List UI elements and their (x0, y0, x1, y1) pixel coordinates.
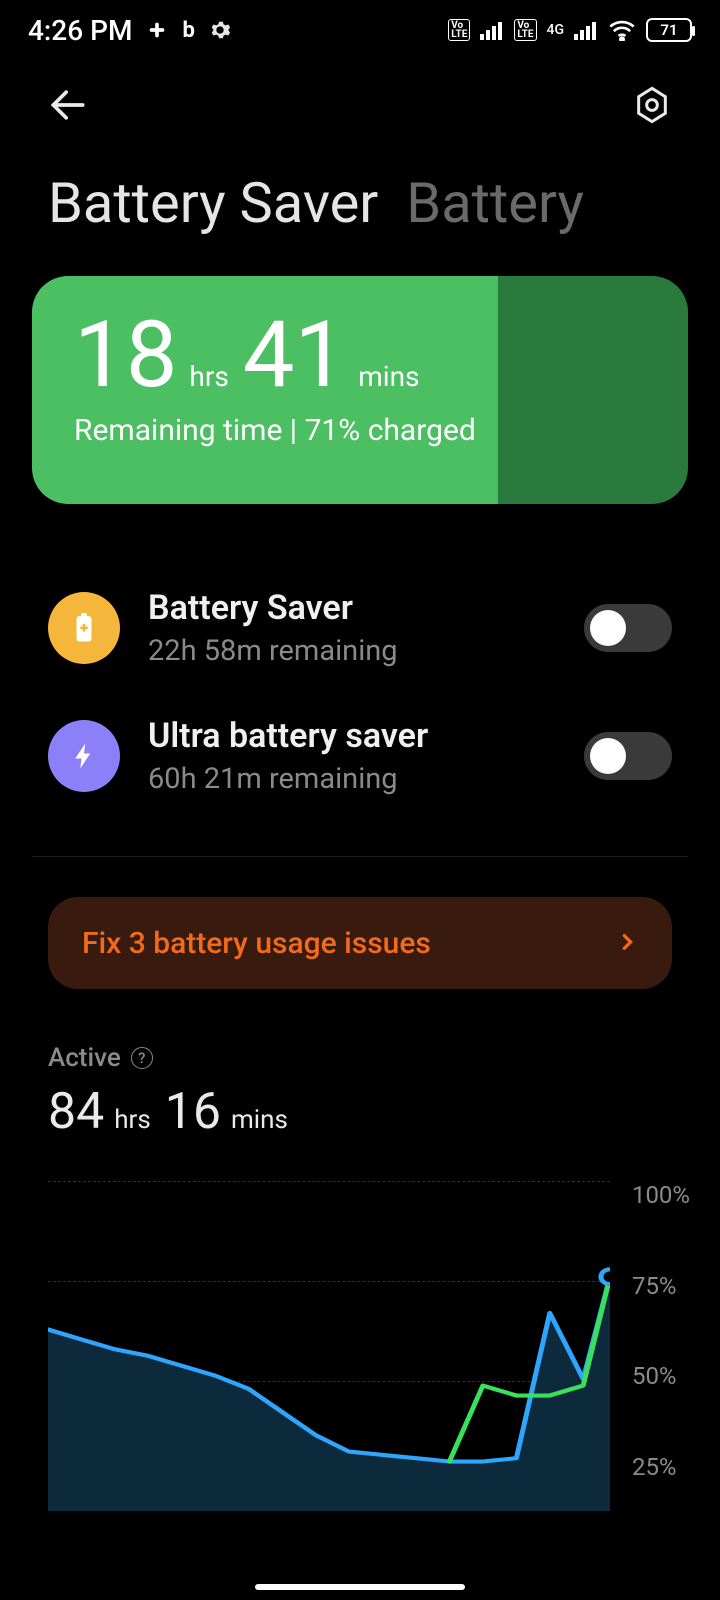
active-hours: 84 (48, 1083, 104, 1141)
tab-battery-saver[interactable]: Battery Saver (48, 170, 378, 236)
status-time: 4:26 PM (28, 14, 132, 47)
volte-icon-2: VoLTE (514, 19, 536, 41)
battery-saver-icon (48, 592, 120, 664)
status-bar: 4:26 PM b VoLTE VoLTE 4G 71 (0, 0, 720, 60)
remaining-mins: 41 (243, 310, 346, 402)
app-icon: b (182, 18, 194, 43)
signal-icon-2 (574, 20, 598, 40)
remaining-subtitle: Remaining time | 71% charged (74, 413, 646, 448)
battery-chart: 100% 75% 50% 25% (0, 1141, 720, 1511)
battery-saver-sub: 22h 58m remaining (148, 634, 556, 668)
fix-issues-label: Fix 3 battery usage issues (82, 926, 431, 961)
wifi-icon (608, 19, 636, 41)
network-4g: 4G (547, 25, 565, 36)
chevron-right-icon (616, 926, 638, 961)
mins-unit: mins (352, 360, 427, 403)
chart-y-ticks: 100% 75% 50% 25% (632, 1181, 690, 1481)
battery-saver-toggle[interactable] (584, 604, 672, 652)
signal-icon (480, 20, 504, 40)
remaining-hours: 18 (74, 310, 177, 402)
ultra-saver-row[interactable]: Ultra battery saver 60h 21m remaining (48, 692, 672, 820)
active-label: Active (48, 1043, 121, 1073)
tab-battery[interactable]: Battery (406, 170, 584, 236)
slack-icon (146, 19, 168, 41)
home-indicator[interactable] (255, 1584, 465, 1590)
app-bar (0, 60, 720, 150)
active-hours-unit: hrs (110, 1105, 159, 1141)
volte-icon: VoLTE (448, 19, 470, 41)
active-mins-unit: mins (227, 1105, 296, 1141)
battery-remaining-card[interactable]: 18 hrs 41 mins Remaining time | 71% char… (32, 276, 688, 504)
battery-saver-title: Battery Saver (148, 588, 556, 628)
bolt-icon (48, 720, 120, 792)
tabs: Battery Saver Battery (0, 150, 720, 276)
settings-button[interactable] (628, 81, 676, 129)
ultra-saver-title: Ultra battery saver (148, 716, 556, 756)
help-icon[interactable]: ? (131, 1047, 153, 1069)
fix-issues-button[interactable]: Fix 3 battery usage issues (48, 897, 672, 989)
hours-unit: hrs (183, 360, 236, 403)
ultra-saver-sub: 60h 21m remaining (148, 762, 556, 796)
battery-saver-row[interactable]: Battery Saver 22h 58m remaining (48, 564, 672, 692)
gear-small-icon (209, 19, 231, 41)
battery-indicator: 71 (646, 18, 692, 42)
ultra-saver-toggle[interactable] (584, 732, 672, 780)
back-button[interactable] (44, 81, 92, 129)
active-mins: 16 (165, 1083, 221, 1141)
